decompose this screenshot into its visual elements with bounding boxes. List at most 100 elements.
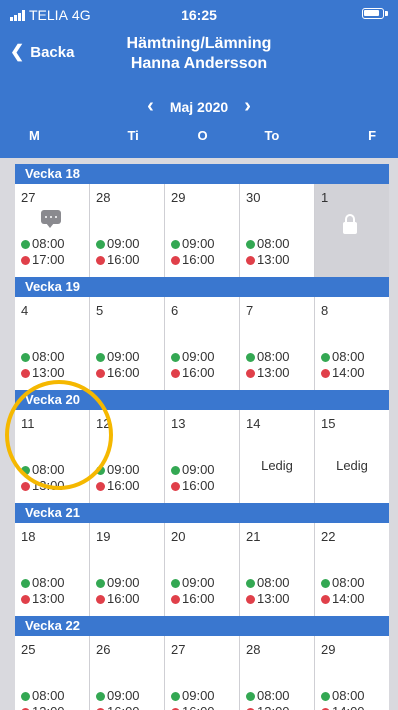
pick-up-value: 13:00 (257, 252, 290, 267)
drop-off-value: 08:00 (332, 349, 365, 364)
day-cell[interactable]: 14 Ledig (240, 410, 315, 503)
day-cell[interactable]: 28 09:00 16:00 (90, 184, 165, 277)
weekday-label: O (197, 128, 208, 143)
day-cell[interactable]: 27 09:0016:00 (165, 636, 240, 710)
pick-up-value: 16:00 (107, 591, 140, 606)
drop-off-value: 09:00 (107, 575, 140, 590)
pick-up-time: 16:00 (96, 704, 140, 710)
drop-off-time: 09:00 (96, 575, 140, 591)
day-cell[interactable]: 18 08:00 13:00 (15, 523, 90, 616)
day-cell[interactable]: 21 08:00 13:00 (240, 523, 315, 616)
day-off-label: Ledig (261, 458, 293, 473)
pick-up-value: 17:00 (32, 252, 65, 267)
drop-off-time: 08:00 (321, 349, 365, 365)
arrow-right-icon (246, 691, 255, 701)
pick-up-time: 16:00 (171, 704, 215, 710)
day-number: 29 (321, 642, 336, 657)
day-cell[interactable]: 29 09:00 16:00 (165, 184, 240, 277)
drop-off-value: 08:00 (332, 688, 365, 703)
arrow-left-icon (96, 481, 105, 491)
week-header: Vecka 20 (15, 390, 389, 410)
pick-up-time: 16:00 (96, 478, 140, 494)
day-number: 6 (171, 303, 179, 318)
day-number: 20 (171, 529, 186, 544)
drop-off-time: 09:00 (171, 236, 215, 252)
day-cell[interactable]: 12 09:00 16:00 (90, 410, 165, 503)
title-line-2: Hanna Andersson (130, 55, 268, 72)
day-cell[interactable]: 4 08:00 13:00 (15, 297, 90, 390)
day-cell[interactable]: 15 Ledig (315, 410, 389, 503)
arrow-left-icon (246, 594, 255, 604)
pick-up-time: 16:00 (96, 591, 140, 607)
prev-month-button[interactable]: ‹ (147, 95, 154, 118)
day-cell[interactable]: 27 08:00 17:00 (15, 184, 90, 277)
day-cell[interactable]: 22 08:00 14:00 (315, 523, 389, 616)
title-line-1: Hämtning/Lämning (126, 35, 272, 52)
day-cell[interactable]: 8 08:00 14:00 (315, 297, 389, 390)
day-cell[interactable]: 26 09:0016:00 (90, 636, 165, 710)
arrow-right-icon (21, 691, 30, 701)
day-cell[interactable]: 20 09:00 16:00 (165, 523, 240, 616)
week-header: Vecka 19 (15, 277, 389, 297)
drop-off-value: 09:00 (107, 236, 140, 251)
drop-off-time: 09:00 (96, 688, 140, 704)
week-row: 27 08:00 17:00 28 09:00 16:00 29 09:00 16:00 30 08… (15, 184, 389, 277)
battery-tip (385, 11, 388, 16)
day-number: 19 (96, 529, 111, 544)
arrow-left-icon (96, 594, 105, 604)
arrow-right-icon (96, 465, 105, 475)
weekday-header: M Ti O To F (15, 128, 390, 143)
week-header: Vecka 22 (15, 616, 389, 636)
next-month-button[interactable]: › (244, 95, 251, 118)
day-number: 5 (96, 303, 104, 318)
day-cell[interactable]: 30 08:00 13:00 (240, 184, 315, 277)
calendar-grid: Vecka 18 27 08:00 17:00 28 09:00 16:00 29 09:00 1… (15, 164, 389, 710)
time-slots: 09:0016:00 (96, 236, 140, 268)
pick-up-time: 16:00 (171, 252, 215, 268)
day-cell[interactable]: 7 08:00 13:00 (240, 297, 315, 390)
drop-off-time: 09:00 (96, 236, 140, 252)
weekday-label: M (29, 128, 40, 143)
drop-off-value: 08:00 (32, 462, 65, 477)
day-cell[interactable]: 29 08:0014:00 (315, 636, 389, 710)
month-navigator: ‹ Maj 2020 › (0, 95, 398, 118)
day-number: 28 (96, 190, 111, 205)
drop-off-time: 09:00 (171, 688, 215, 704)
time-slots: 09:0016:00 (171, 462, 215, 494)
time-slots: 08:0014:00 (321, 575, 365, 607)
time-slots: 09:0016:00 (171, 575, 215, 607)
day-number: 26 (96, 642, 111, 657)
day-cell[interactable]: 19 09:00 16:00 (90, 523, 165, 616)
drop-off-value: 08:00 (32, 575, 65, 590)
pick-up-time: 16:00 (171, 478, 215, 494)
pick-up-time: 13:00 (21, 704, 65, 710)
drop-off-time: 08:00 (21, 236, 65, 252)
drop-off-time: 08:00 (321, 575, 365, 591)
arrow-right-icon (171, 239, 180, 249)
day-cell[interactable]: 13 09:00 16:00 (165, 410, 240, 503)
arrow-left-icon (171, 481, 180, 491)
day-cell[interactable]: 28 08:0013:00 (240, 636, 315, 710)
day-number: 29 (171, 190, 186, 205)
arrow-left-icon (21, 594, 30, 604)
arrow-left-icon (321, 368, 330, 378)
pick-up-value: 16:00 (182, 478, 215, 493)
day-number: 11 (21, 416, 35, 431)
pick-up-time: 13:00 (246, 252, 290, 268)
drop-off-time: 08:00 (21, 575, 65, 591)
calendar-area: Vecka 18 27 08:00 17:00 28 09:00 16:00 29 09:00 1… (0, 158, 398, 710)
day-cell[interactable]: 5 09:00 16:00 (90, 297, 165, 390)
comment-icon[interactable] (41, 210, 61, 228)
drop-off-value: 09:00 (107, 349, 140, 364)
drop-off-value: 08:00 (32, 688, 65, 703)
drop-off-value: 08:00 (332, 575, 365, 590)
arrow-right-icon (171, 691, 180, 701)
day-cell[interactable]: 11 08:00 13:00 (15, 410, 90, 503)
arrow-right-icon (321, 578, 330, 588)
time-slots: 08:0013:00 (21, 462, 65, 494)
drop-off-time: 08:00 (246, 349, 290, 365)
day-cell[interactable]: 6 09:00 16:00 (165, 297, 240, 390)
day-cell[interactable]: 25 08:0013:00 (15, 636, 90, 710)
arrow-right-icon (321, 352, 330, 362)
pick-up-time: 14:00 (321, 591, 365, 607)
